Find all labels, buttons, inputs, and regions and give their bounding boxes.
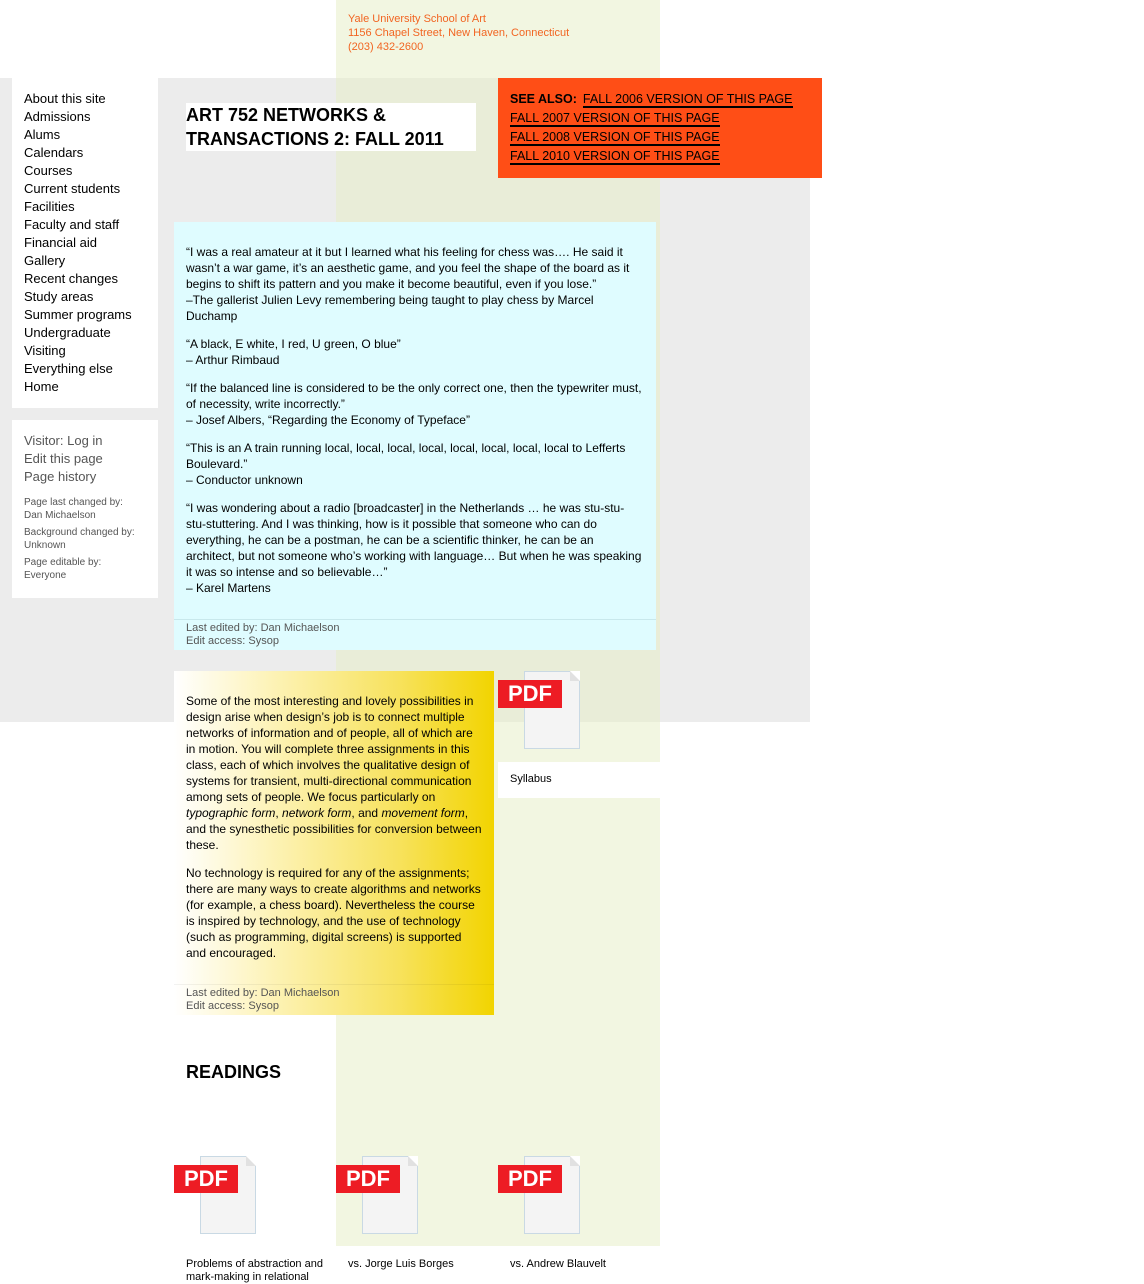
login-link[interactable]: Visitor: Log in [24, 432, 158, 450]
last-edited-by: Last edited by: Dan Michaelson [186, 987, 340, 999]
last-changed-label: Page last changed by: [24, 497, 123, 508]
bg-changed-label: Background changed by: [24, 527, 135, 538]
network-form-term: network form [282, 806, 352, 820]
nav-item-admissions[interactable]: Admissions [24, 109, 90, 124]
nav-item-courses[interactable]: Courses [24, 163, 72, 178]
nav-item-faculty-staff[interactable]: Faculty and staff [24, 217, 119, 232]
reading-caption[interactable]: vs. Andrew Blauvelt [510, 1258, 606, 1271]
page-title-text: ART 752 NETWORKS & TRANSACTIONS 2: FALL … [186, 105, 444, 149]
syllabus-pdf[interactable]: PDF Syllabus [498, 671, 660, 791]
edit-note: Last edited by: Dan Michaelson Edit acce… [174, 984, 494, 1015]
quote-text: “A black, E white, I red, U green, O blu… [186, 337, 401, 351]
nav-item-study-areas[interactable]: Study areas [24, 289, 93, 304]
edit-page-link[interactable]: Edit this page [24, 450, 158, 468]
quotes-box: “I was a real amateur at it but I learne… [174, 222, 656, 650]
movement-form-term: movement form [381, 806, 465, 820]
nav-item-about[interactable]: About this site [24, 91, 106, 106]
pdf-icon: PDF [336, 1165, 400, 1193]
nav-item-everything-else[interactable]: Everything else [24, 361, 113, 376]
description-paragraph: No technology is required for any of the… [186, 866, 481, 960]
pdf-icon: PDF [174, 1165, 238, 1193]
quote-conductor: “This is an A train running local, local… [186, 440, 644, 488]
quote-text: “This is an A train running local, local… [186, 441, 626, 471]
nav-item-gallery[interactable]: Gallery [24, 253, 65, 268]
reading-pdf-abstraction[interactable]: PDF Problems of abstraction and mark-mak… [174, 1156, 336, 1283]
pdf-icon: PDF [498, 1165, 562, 1193]
school-name: Yale University School of Art [348, 13, 486, 25]
nav-item-undergraduate[interactable]: Undergraduate [24, 325, 111, 340]
reading-pdf-borges[interactable]: PDF vs. Jorge Luis Borges [336, 1156, 498, 1278]
nav-item-financial-aid[interactable]: Financial aid [24, 235, 97, 250]
description-text: , and [351, 806, 382, 820]
nav-item-current-students[interactable]: Current students [24, 181, 120, 196]
reading-pdf-blauvelt[interactable]: PDF vs. Andrew Blauvelt [498, 1156, 660, 1278]
edit-note: Last edited by: Dan Michaelson Edit acce… [174, 619, 656, 650]
nav-item-visiting[interactable]: Visiting [24, 343, 66, 358]
fall-2007-link[interactable]: FALL 2007 VERSION OF THIS PAGE [510, 111, 720, 127]
last-edited-by: Last edited by: Dan Michaelson [186, 622, 340, 634]
quote-attribution: –The gallerist Julien Levy remembering b… [186, 293, 594, 323]
quote-attribution: – Karel Martens [186, 581, 271, 595]
quote-text: “I was wondering about a radio [broadcas… [186, 501, 642, 579]
typographic-form-term: typographic form [186, 806, 276, 820]
quote-rimbaud: “A black, E white, I red, U green, O blu… [186, 336, 644, 368]
readings-heading: READINGS [186, 1062, 282, 1082]
quote-duchamp: “I was a real amateur at it but I learne… [186, 244, 644, 324]
nav-item-home[interactable]: Home [24, 379, 59, 394]
quote-martens: “I was wondering about a radio [broadcas… [186, 500, 644, 596]
fall-2008-link[interactable]: FALL 2008 VERSION OF THIS PAGE [510, 130, 720, 146]
quote-attribution: – Arthur Rimbaud [186, 353, 280, 367]
school-phone: (203) 432-2600 [348, 41, 424, 53]
nav-item-summer-programs[interactable]: Summer programs [24, 307, 132, 322]
description-paragraph: Some of the most interesting and lovely … [186, 693, 482, 853]
fall-2006-link[interactable]: FALL 2006 VERSION OF THIS PAGE [582, 92, 793, 108]
see-also-box: SEE ALSO: FALL 2006 VERSION OF THIS PAGE … [498, 78, 822, 178]
school-address: Yale University School of Art 1156 Chape… [348, 12, 569, 54]
editable-label: Page editable by: [24, 557, 102, 568]
pdf-icon: PDF [498, 680, 562, 708]
syllabus-caption[interactable]: Syllabus [510, 773, 552, 786]
description-text: Some of the most interesting and lovely … [186, 694, 474, 804]
nav-item-facilities[interactable]: Facilities [24, 199, 75, 214]
course-description-box: Some of the most interesting and lovely … [174, 671, 494, 1015]
bg-changed-by: Unknown [24, 540, 66, 551]
quote-text: “I was a real amateur at it but I learne… [186, 245, 630, 291]
nav-item-recent-changes[interactable]: Recent changes [24, 271, 118, 286]
edit-access: Edit access: Sysop [186, 1000, 279, 1012]
quote-albers: “If the balanced line is considered to b… [186, 380, 644, 428]
quote-attribution: – Josef Albers, “Regarding the Economy o… [186, 413, 470, 427]
quote-attribution: – Conductor unknown [186, 473, 303, 487]
nav-item-alums[interactable]: Alums [24, 127, 60, 142]
edit-access: Edit access: Sysop [186, 635, 279, 647]
page-title: ART 752 NETWORKS & TRANSACTIONS 2: FALL … [186, 103, 476, 151]
page-meta: Page last changed by: Dan Michaelson Back… [12, 486, 158, 582]
page-history-link[interactable]: Page history [24, 468, 158, 486]
editable-by: Everyone [24, 570, 67, 581]
reading-caption[interactable]: Problems of abstraction and mark-making … [186, 1258, 331, 1284]
reading-caption[interactable]: vs. Jorge Luis Borges [348, 1258, 454, 1271]
nav-item-calendars[interactable]: Calendars [24, 145, 83, 160]
main-nav: About this site Admissions Alums Calenda… [12, 78, 158, 408]
see-also-label: SEE ALSO: [510, 92, 577, 106]
fall-2010-link[interactable]: FALL 2010 VERSION OF THIS PAGE [510, 149, 720, 165]
school-street: 1156 Chapel Street, New Haven, Connectic… [348, 27, 570, 39]
quote-text: “If the balanced line is considered to b… [186, 381, 642, 411]
last-changed-by: Dan Michaelson [24, 510, 96, 521]
user-panel: Visitor: Log in Edit this page Page hist… [12, 420, 158, 598]
